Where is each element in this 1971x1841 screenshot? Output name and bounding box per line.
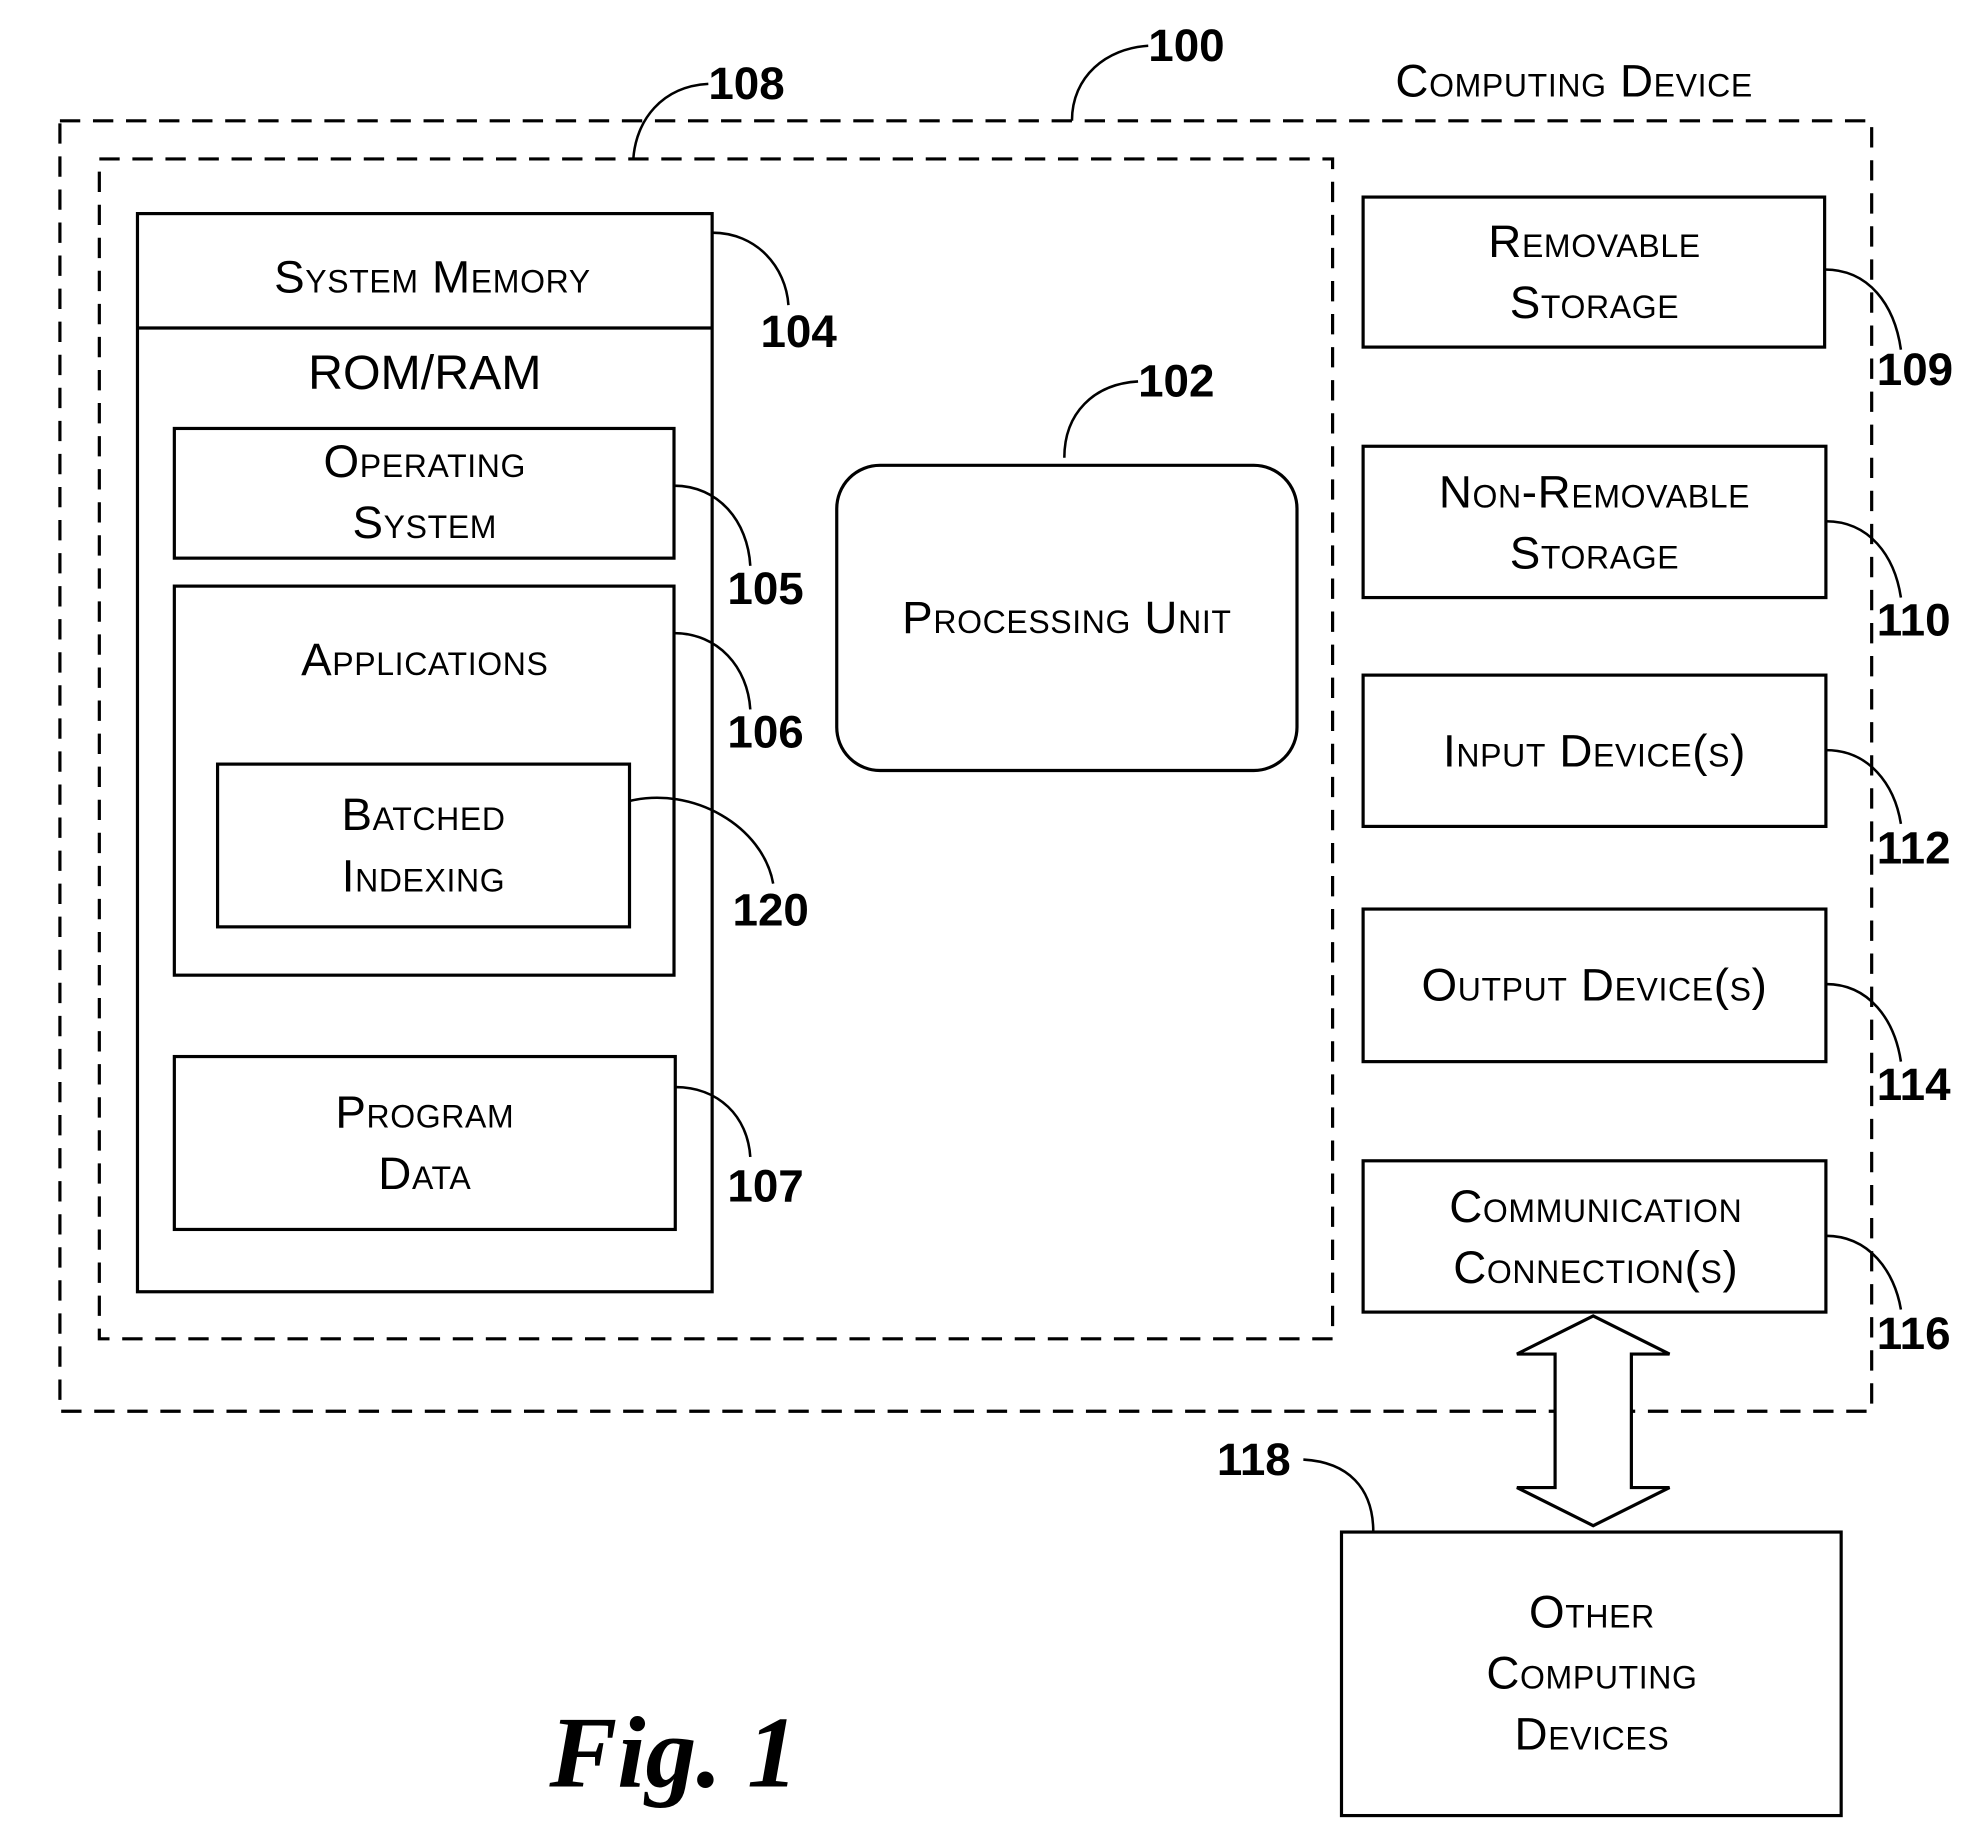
- program-data-block: Program Data: [172, 1054, 677, 1232]
- applications-label: Applications: [301, 634, 548, 685]
- output-devices-block: Output Device(s): [1361, 907, 1828, 1064]
- ref-107: 107: [727, 1160, 803, 1211]
- bidirectional-arrow-icon: [1516, 1314, 1671, 1528]
- ref-102: 102: [1138, 356, 1214, 407]
- non-removable-storage-label-1: Non-Removable: [1439, 466, 1750, 517]
- ref-116: 116: [1877, 1308, 1951, 1359]
- ref-120: 120: [732, 885, 808, 936]
- other-computing-devices-label-2: Computing: [1486, 1647, 1697, 1698]
- ref-105: 105: [727, 563, 803, 614]
- ref-106: 106: [727, 707, 803, 758]
- processing-unit-block: Processing Unit: [835, 463, 1299, 773]
- batched-indexing-label-1: Batched: [341, 789, 505, 840]
- input-devices-block: Input Device(s): [1361, 673, 1828, 829]
- other-computing-devices-block: Other Computing Devices: [1339, 1530, 1843, 1818]
- removable-storage-label-2: Storage: [1510, 277, 1680, 328]
- ref-112: 112: [1877, 822, 1951, 873]
- leader-104: [712, 231, 790, 306]
- operating-system-label-1: Operating: [324, 436, 527, 487]
- computing-device-title: Computing Device: [1395, 56, 1752, 107]
- communication-connections-label-1: Communication: [1449, 1181, 1742, 1232]
- program-data-label-1: Program: [335, 1087, 514, 1138]
- leader-110: [1825, 520, 1903, 598]
- operating-system-label-2: System: [353, 497, 498, 548]
- leader-102: [1063, 380, 1139, 458]
- rom-ram-label: ROM/RAM: [308, 346, 541, 400]
- other-computing-devices-label-1: Other: [1529, 1586, 1655, 1637]
- ref-100: 100: [1148, 20, 1224, 71]
- output-devices-label: Output Device(s): [1421, 960, 1767, 1011]
- leader-118: [1303, 1458, 1375, 1533]
- non-removable-storage-block: Non-Removable Storage: [1361, 444, 1828, 600]
- ref-114: 114: [1877, 1059, 1951, 1110]
- leader-114: [1825, 982, 1903, 1062]
- operating-system-block: Operating System: [172, 426, 676, 560]
- program-data-label-2: Data: [378, 1148, 471, 1199]
- leader-116: [1825, 1234, 1903, 1310]
- non-removable-storage-label-2: Storage: [1510, 527, 1680, 578]
- communication-connections-label-2: Connection(s): [1453, 1242, 1738, 1293]
- other-computing-devices-label-3: Devices: [1515, 1708, 1670, 1759]
- ref-108: 108: [708, 58, 784, 109]
- batched-indexing-block: Batched Indexing: [215, 762, 632, 929]
- removable-storage-label-1: Removable: [1488, 216, 1700, 267]
- system-memory-label: System Memory: [274, 251, 591, 302]
- removable-storage-block: Removable Storage: [1361, 195, 1827, 349]
- figure-caption: Fig. 1: [548, 1696, 798, 1809]
- leader-112: [1825, 748, 1903, 825]
- ref-110: 110: [1877, 595, 1951, 646]
- ref-118: 118: [1217, 1434, 1291, 1485]
- processing-unit-label: Processing Unit: [902, 592, 1231, 643]
- ref-104: 104: [760, 306, 837, 357]
- computing-device-diagram: Computing Device 100 108 System Memory R…: [58, 20, 1953, 1818]
- leader-100: [1070, 44, 1149, 121]
- batched-indexing-label-2: Indexing: [342, 850, 506, 901]
- leader-109: [1824, 268, 1903, 350]
- input-devices-label: Input Device(s): [1443, 726, 1746, 777]
- ref-109: 109: [1877, 344, 1953, 395]
- communication-connections-block: Communication Connection(s): [1361, 1159, 1828, 1314]
